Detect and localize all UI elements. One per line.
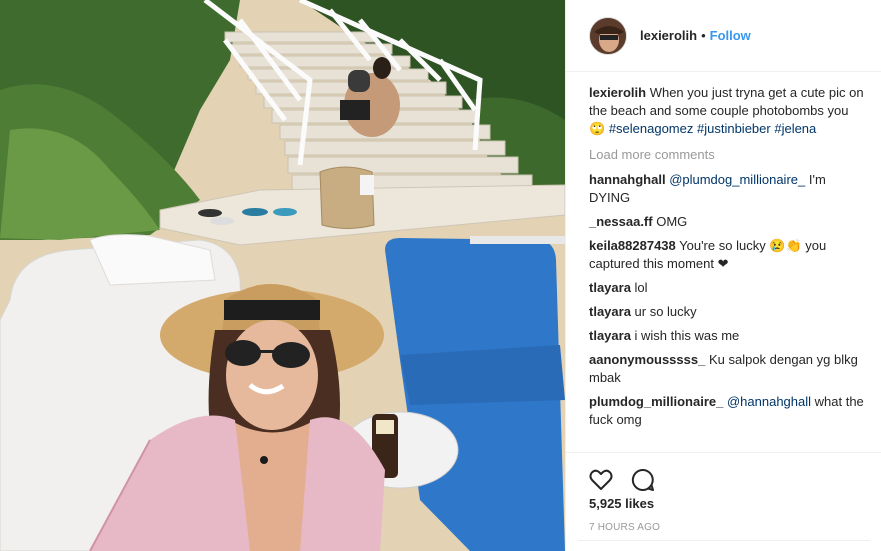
hashtag-link[interactable]: #justinbieber [697, 121, 771, 136]
comment-username[interactable]: plumdog_millionaire_ [589, 394, 723, 409]
post-header: lexierolih • Follow [566, 0, 881, 72]
comment-username[interactable]: _nessaa.ff [589, 214, 653, 229]
avatar-image [590, 17, 626, 54]
comment-mention[interactable]: @hannahghall [727, 394, 811, 409]
comment: _nessaa.ff OMG [589, 213, 864, 231]
hashtag-link[interactable]: #selenagomez [609, 121, 694, 136]
divider [578, 540, 870, 541]
post-side-panel: lexierolih • Follow lexierolih When you … [565, 0, 881, 551]
comment-text: OMG [652, 214, 688, 229]
post-timestamp[interactable]: 7 HOURS AGO [589, 522, 660, 533]
comment: aanonymousssss_ Ku salpok dengan yg blkg… [589, 351, 864, 387]
comment-text: lol [630, 280, 648, 295]
comment: plumdog_millionaire_ @hannahghall what t… [589, 393, 864, 429]
likes-count[interactable]: 5,925 likes [589, 496, 654, 511]
comment-text: ur so lucky [630, 304, 697, 319]
comment-username[interactable]: tlayara [589, 304, 631, 319]
instagram-post: lexierolih • Follow lexierolih When you … [0, 0, 881, 551]
header-username[interactable]: lexierolih [640, 28, 697, 43]
post-photo[interactable] [0, 0, 565, 551]
load-more-comments-link[interactable]: Load more comments [589, 146, 864, 164]
comment: hannahghall @plumdog_millionaire_ I'm DY… [589, 171, 864, 207]
comment-username[interactable]: tlayara [589, 328, 631, 343]
follow-button[interactable]: Follow [710, 28, 751, 43]
comment-username[interactable]: keila88287438 [589, 238, 676, 253]
comment-mention[interactable]: @plumdog_millionaire_ [669, 172, 805, 187]
action-bar [566, 452, 881, 497]
beach-photo-illustration [0, 0, 565, 551]
heart-icon[interactable] [588, 467, 614, 493]
comment: keila88287438 You're so lucky 😢👏 you cap… [589, 237, 864, 273]
separator-dot: • [701, 28, 706, 43]
avatar[interactable] [589, 16, 627, 55]
comment-username[interactable]: hannahghall [589, 172, 666, 187]
comment-username[interactable]: aanonymousssss_ [589, 352, 705, 367]
comments-section: lexierolih When you just tryna get a cut… [589, 84, 864, 435]
comment-username[interactable]: tlayara [589, 280, 631, 295]
caption: lexierolih When you just tryna get a cut… [589, 84, 864, 138]
comment: tlayara i wish this was me [589, 327, 864, 345]
comment: tlayara lol [589, 279, 864, 297]
comment: tlayara ur so lucky [589, 303, 864, 321]
caption-username[interactable]: lexierolih [589, 85, 646, 100]
hashtag-link[interactable]: #jelena [774, 121, 816, 136]
comment-text: i wish this was me [630, 328, 740, 343]
comment-bubble-icon[interactable] [630, 467, 656, 493]
